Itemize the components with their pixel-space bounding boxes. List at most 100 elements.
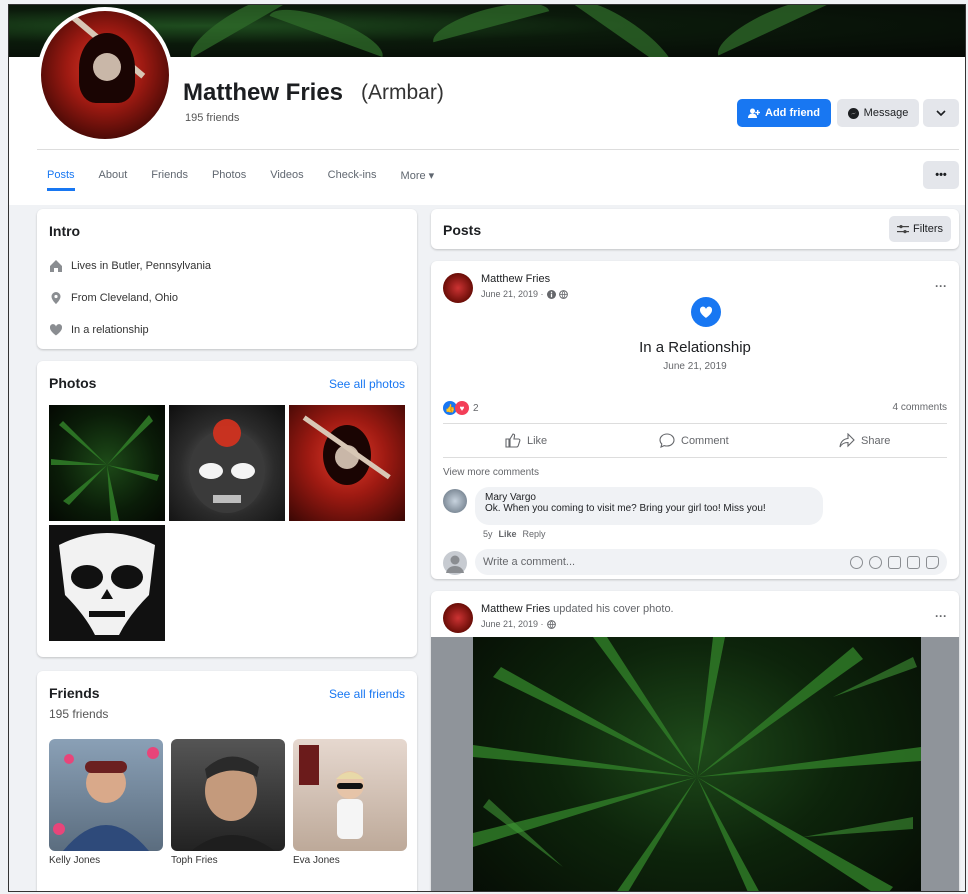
share-button[interactable]: Share (839, 433, 890, 448)
post-author-avatar[interactable] (443, 603, 473, 633)
profile-header: Matthew Fries (Armbar) 195 friends Add f… (9, 7, 965, 205)
avatar-sticker-icon[interactable] (850, 555, 863, 569)
tab-videos[interactable]: Videos (270, 169, 303, 191)
love-reaction-icon: ♥ (455, 401, 469, 415)
home-icon (49, 259, 63, 273)
comment-bubble: Mary Vargo Ok. When you coming to visit … (475, 487, 823, 525)
friend-photo[interactable] (171, 739, 285, 851)
info-icon (546, 289, 556, 299)
see-all-friends-link[interactable]: See all friends (329, 687, 405, 701)
friends-title: Friends (49, 685, 100, 701)
comment-button[interactable]: Comment (659, 433, 729, 448)
post-relationship: Matthew Fries June 21, 2019 · ··· In a R… (431, 261, 959, 579)
emoji-icon[interactable] (869, 555, 882, 569)
friends-card: Friends 195 friends See all friends Kell… (37, 671, 417, 891)
friend-name[interactable]: Eva Jones (293, 855, 340, 866)
post-meta: June 21, 2019 · (481, 289, 568, 299)
tabs-more-button[interactable]: ••• (923, 161, 959, 189)
friend-photo[interactable] (49, 739, 163, 851)
see-all-photos-link[interactable]: See all photos (329, 377, 405, 391)
relationship-heart-icon (691, 297, 721, 327)
profile-friends-count[interactable]: 195 friends (185, 112, 239, 124)
commenter-avatar[interactable] (443, 489, 467, 513)
comments-count-link[interactable]: 4 comments (893, 402, 947, 413)
intro-item-from: From Cleveland, Ohio (49, 291, 178, 305)
intro-item-lives-in: Lives in Butler, Pennsylvania (49, 259, 211, 273)
comment-footer: 5y Like Reply (483, 529, 546, 539)
like-label: Like (527, 434, 548, 447)
photos-title: Photos (49, 375, 97, 391)
friend-photo[interactable] (293, 739, 407, 851)
post-date[interactable]: June 21, 2019 · (481, 619, 544, 629)
post-author-avatar[interactable] (443, 273, 473, 303)
comment-reply-link[interactable]: Reply (523, 529, 546, 539)
friend-name[interactable]: Kelly Jones (49, 855, 100, 866)
commenter-name[interactable]: Mary Vargo (485, 492, 813, 503)
tab-more[interactable]: More ▾ (401, 169, 435, 191)
friends-count: 195 friends (49, 707, 109, 721)
tab-photos[interactable]: Photos (212, 169, 246, 191)
intro-card: Intro Lives in Butler, Pennsylvania From… (37, 209, 417, 349)
friend-name[interactable]: Toph Fries (171, 855, 218, 866)
posts-title: Posts (443, 222, 482, 238)
intro-title: Intro (49, 223, 81, 239)
gif-icon[interactable] (907, 555, 920, 569)
tab-about[interactable]: About (99, 169, 128, 191)
post-author-name[interactable]: Matthew Fries (481, 273, 550, 285)
globe-icon (558, 289, 568, 299)
comment-age[interactable]: 5y (483, 529, 493, 539)
photo-thumbnail[interactable] (289, 405, 405, 521)
filters-icon (897, 224, 910, 234)
comment-icon (659, 433, 675, 448)
globe-icon (546, 619, 556, 629)
thumbs-up-icon (505, 433, 521, 448)
comment-label: Comment (681, 434, 729, 447)
photo-thumbnail[interactable] (49, 405, 165, 521)
tab-posts[interactable]: Posts (47, 169, 75, 191)
tab-friends[interactable]: Friends (151, 169, 188, 191)
photos-card: Photos See all photos (37, 361, 417, 657)
share-icon (839, 433, 855, 448)
filters-button[interactable]: Filters (889, 216, 951, 242)
tab-check-ins[interactable]: Check-ins (328, 169, 377, 191)
heart-icon (49, 323, 63, 337)
message-button[interactable]: Message (837, 99, 919, 127)
life-event-title: In a Relationship (639, 339, 751, 356)
reaction-count: 2 (473, 402, 479, 414)
intro-item-text: Lives in Butler, Pennsylvania (71, 260, 212, 272)
post-headline: Matthew Fries updated his cover photo. (481, 603, 674, 615)
post-divider (443, 457, 947, 458)
sticker-icon[interactable] (926, 555, 939, 569)
chevron-down-icon (936, 110, 946, 116)
write-comment-placeholder: Write a comment... (483, 556, 576, 568)
view-more-comments-link[interactable]: View more comments (443, 467, 539, 478)
like-button[interactable]: Like (505, 433, 547, 448)
profile-picture[interactable] (37, 7, 173, 143)
post-options-icon[interactable]: ··· (935, 279, 947, 293)
share-label: Share (861, 434, 891, 447)
add-friend-label: Add friend (765, 107, 820, 119)
post-date[interactable]: June 21, 2019 · (481, 289, 544, 299)
more-options-button[interactable] (923, 99, 959, 127)
post-author-name[interactable]: Matthew Fries (481, 603, 550, 615)
cover-photo-image[interactable] (431, 637, 959, 891)
intro-item-relationship: In a relationship (49, 323, 149, 337)
comment-tools (850, 555, 939, 569)
filters-label: Filters (913, 223, 943, 235)
header-divider (37, 149, 959, 150)
write-comment-input[interactable]: Write a comment... (475, 549, 947, 575)
current-user-avatar (443, 551, 467, 575)
life-event-date: June 21, 2019 (663, 361, 727, 372)
photo-thumbnail[interactable] (49, 525, 165, 641)
post-divider (443, 423, 947, 424)
post-options-icon[interactable]: ··· (935, 609, 947, 623)
reactions-summary[interactable]: 👍 ♥ 2 (443, 401, 479, 415)
profile-name: Matthew Fries (183, 79, 344, 106)
add-friend-button[interactable]: Add friend (737, 99, 831, 127)
comment-like-link[interactable]: Like (499, 529, 517, 539)
profile-alternate-name: (Armbar) (361, 81, 444, 104)
photo-thumbnail[interactable] (169, 405, 285, 521)
intro-item-text: From Cleveland, Ohio (71, 292, 178, 304)
facebook-profile-page: Matthew Fries (Armbar) 195 friends Add f… (8, 4, 966, 892)
camera-icon[interactable] (888, 555, 901, 569)
